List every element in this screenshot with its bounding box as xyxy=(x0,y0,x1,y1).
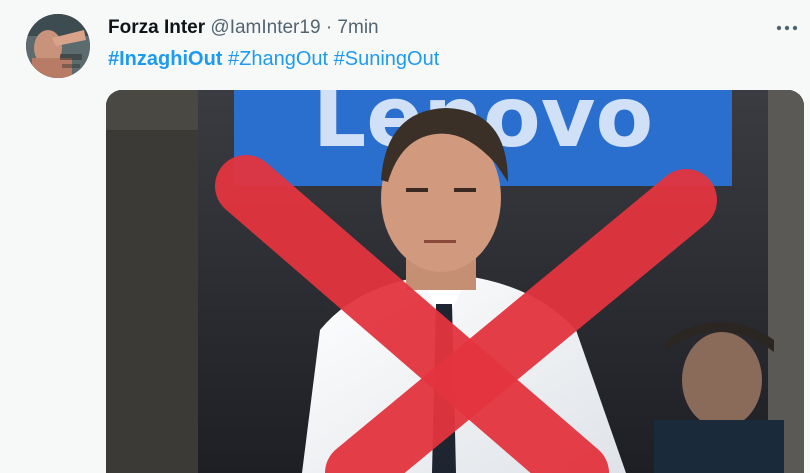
hashtag-link[interactable]: #InzaghiOut xyxy=(108,48,222,70)
separator-dot: · xyxy=(325,17,333,38)
display-name[interactable]: Forza Inter xyxy=(108,17,205,38)
more-button[interactable] xyxy=(772,16,802,40)
avatar-image xyxy=(26,14,90,78)
hashtag-link[interactable]: #ZhangOut xyxy=(228,48,328,70)
more-horizontal-icon xyxy=(776,25,798,31)
avatar[interactable] xyxy=(26,14,90,78)
tweet-text: #InzaghiOut #ZhangOut #SuningOut xyxy=(108,46,439,72)
media-photo: Lenovo xyxy=(106,90,804,473)
timestamp[interactable]: 7min xyxy=(337,17,378,38)
user-handle[interactable]: @IamInter19 xyxy=(210,17,320,38)
tweet-header: Forza Inter @IamInter19 · 7min xyxy=(108,16,379,40)
hashtag-link[interactable]: #SuningOut xyxy=(334,48,440,70)
tweet[interactable]: Forza Inter @IamInter19 · 7min #InzaghiO… xyxy=(0,0,810,473)
tweet-media[interactable]: Lenovo xyxy=(106,90,804,473)
